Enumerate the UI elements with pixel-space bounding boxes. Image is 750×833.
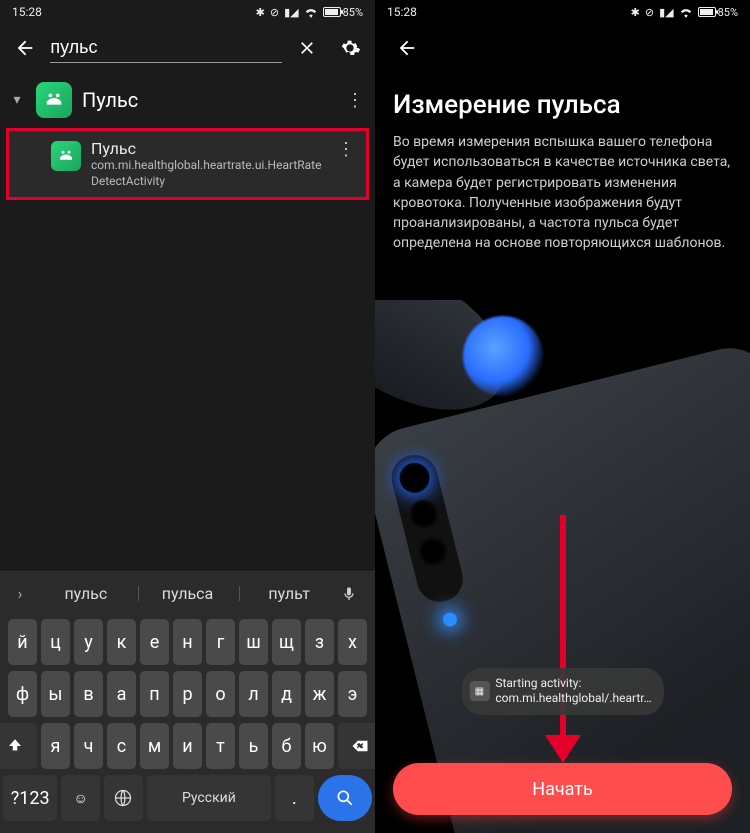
status-bar: 15:28 ✱ ⊘ ▮◢ 85%: [375, 0, 750, 24]
app-result-title: Пульс: [82, 88, 333, 112]
key-ц[interactable]: ц: [41, 619, 70, 665]
suggestion[interactable]: пульт: [239, 578, 339, 609]
app-result-header[interactable]: ▾ Пульс ⋮: [0, 72, 375, 128]
key-й[interactable]: й: [8, 619, 37, 665]
start-button[interactable]: Начать: [393, 763, 732, 815]
battery-indicator: 85%: [698, 6, 738, 19]
annotation-arrow: [545, 515, 581, 763]
suggestion[interactable]: пульс: [36, 578, 136, 609]
status-icons: ✱ ⊘ ▮◢ 85%: [256, 6, 363, 19]
back-icon[interactable]: [8, 30, 42, 66]
more-icon[interactable]: ⋮: [334, 139, 358, 160]
wifi-icon: [304, 6, 318, 18]
emoji-key[interactable]: ☺: [61, 775, 100, 821]
status-icons: ✱ ⊘ ▮◢ 85%: [631, 6, 738, 19]
key-ь[interactable]: ь: [239, 723, 268, 769]
wifi-icon: [679, 6, 693, 18]
key-к[interactable]: к: [107, 619, 136, 665]
key-в[interactable]: в: [74, 671, 103, 717]
toast: ▦ Starting activity: com.mi.healthglobal…: [461, 668, 663, 715]
numeric-key[interactable]: ?123: [3, 775, 57, 821]
left-phone-screenshot: 15:28 ✱ ⊘ ▮◢ 85% ▾: [0, 0, 375, 833]
key-ю[interactable]: ю: [305, 723, 334, 769]
key-я[interactable]: я: [41, 723, 70, 769]
signal-icon: ▮◢: [659, 6, 674, 19]
keyboard: › пульс пульса пульт йцукенгшщзх фывапро…: [0, 571, 375, 833]
search-bar: [0, 24, 375, 72]
battery-indicator: 85%: [323, 6, 363, 19]
suggestion[interactable]: пульса: [138, 578, 238, 609]
toast-line1: Starting activity:: [495, 676, 651, 692]
battery-percent: 85%: [343, 6, 363, 19]
bluetooth-icon: ✱: [256, 6, 265, 19]
bluetooth-icon: ✱: [631, 6, 640, 19]
key-п[interactable]: п: [140, 671, 169, 717]
key-з[interactable]: з: [305, 619, 334, 665]
highlighted-activity: Пульс com.mi.healthglobal.heartrate.ui.H…: [6, 128, 369, 200]
globe-key[interactable]: [104, 775, 143, 821]
dnd-icon: ⊘: [645, 6, 654, 19]
more-icon[interactable]: ⋮: [343, 90, 367, 111]
key-н[interactable]: н: [173, 619, 202, 665]
key-б[interactable]: б: [272, 723, 301, 769]
suggestion-bar: › пульс пульса пульт: [0, 571, 375, 615]
app-icon: [51, 141, 81, 171]
start-button-label: Начать: [532, 779, 593, 800]
key-э[interactable]: э: [338, 671, 367, 717]
key-л[interactable]: л: [239, 671, 268, 717]
space-key[interactable]: Русский: [147, 775, 271, 821]
toast-app-icon: ▦: [469, 681, 489, 701]
key-т[interactable]: т: [206, 723, 235, 769]
activity-subtitle: com.mi.healthglobal.heartrate.ui.HeartRa…: [91, 158, 324, 189]
app-icon: [36, 82, 72, 118]
toast-line2: com.mi.healthglobal/.heartr…: [495, 691, 651, 707]
activity-title: Пульс: [91, 139, 324, 158]
key-ы[interactable]: ы: [41, 671, 70, 717]
search-input[interactable]: [50, 33, 282, 63]
dnd-icon: ⊘: [270, 6, 279, 19]
mic-icon[interactable]: [341, 584, 369, 604]
signal-icon: ▮◢: [284, 6, 299, 19]
key-о[interactable]: о: [206, 671, 235, 717]
period-key[interactable]: .: [275, 775, 314, 821]
key-ф[interactable]: ф: [8, 671, 37, 717]
key-р[interactable]: р: [173, 671, 202, 717]
key-ш[interactable]: ш: [239, 619, 268, 665]
key-г[interactable]: г: [206, 619, 235, 665]
key-щ[interactable]: щ: [272, 619, 301, 665]
key-с[interactable]: с: [107, 723, 136, 769]
key-а[interactable]: а: [107, 671, 136, 717]
key-и[interactable]: и: [173, 723, 202, 769]
status-time: 15:28: [387, 5, 417, 19]
activity-row[interactable]: Пульс com.mi.healthglobal.heartrate.ui.H…: [13, 137, 362, 191]
back-icon[interactable]: [389, 30, 425, 66]
key-ж[interactable]: ж: [305, 671, 334, 717]
search-key[interactable]: [318, 775, 372, 821]
key-х[interactable]: х: [338, 619, 367, 665]
key-д[interactable]: д: [272, 671, 301, 717]
battery-percent: 85%: [718, 6, 738, 19]
shift-key[interactable]: [0, 723, 37, 769]
status-time: 15:28: [12, 5, 42, 19]
key-ч[interactable]: ч: [74, 723, 103, 769]
key-у[interactable]: у: [74, 619, 103, 665]
clear-icon[interactable]: [290, 30, 324, 66]
status-bar: 15:28 ✱ ⊘ ▮◢ 85%: [0, 0, 375, 24]
chevron-down-icon: ▾: [8, 92, 26, 108]
key-м[interactable]: м: [140, 723, 169, 769]
page-description: Во время измерения вспышка вашего телефо…: [375, 132, 750, 254]
right-phone-screenshot: 15:28 ✱ ⊘ ▮◢ 85% Измерение пульса Во вре…: [375, 0, 750, 833]
page-title: Измерение пульса: [375, 72, 750, 132]
key-е[interactable]: е: [140, 619, 169, 665]
chevron-right-icon[interactable]: ›: [6, 584, 34, 603]
settings-icon[interactable]: [333, 30, 367, 66]
